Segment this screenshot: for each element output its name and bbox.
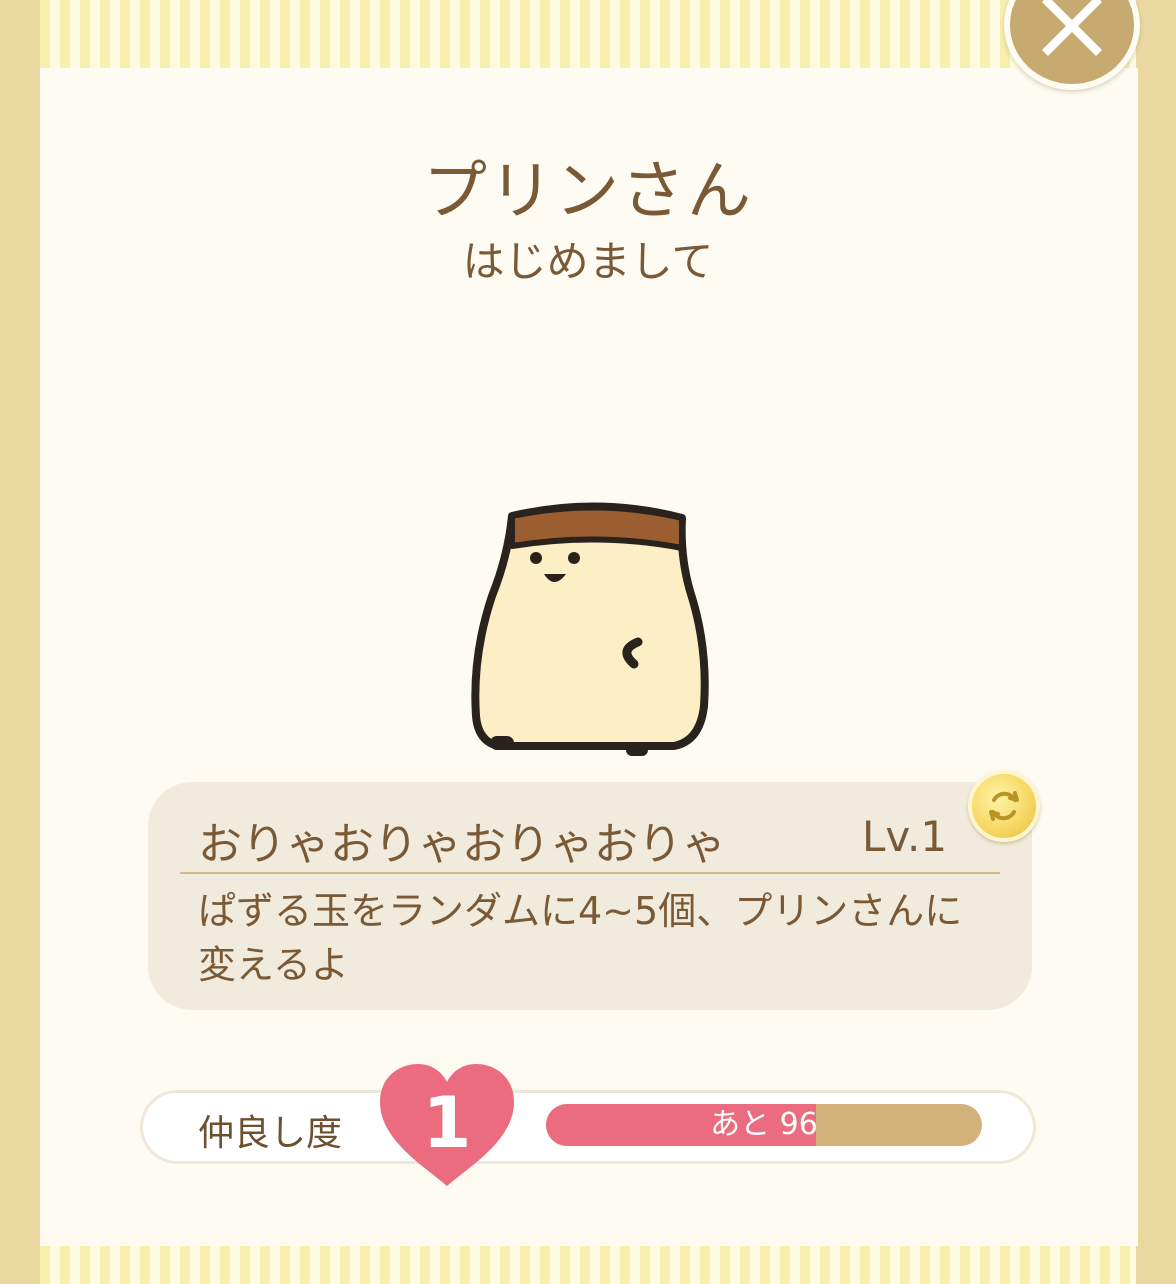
close-icon	[1042, 0, 1102, 56]
bottom-stripe-border	[40, 1244, 1136, 1284]
skill-name: おりゃおりゃおりゃおりゃ	[198, 819, 726, 870]
skill-description: ぱずる玉をランダムに4~5個、プリンさんに変えるよ	[198, 889, 963, 987]
friendship-level: 1	[422, 1082, 472, 1164]
skill-level: Lv.1	[862, 812, 948, 861]
pudding-character-illustration	[468, 496, 718, 770]
friendship-remaining: あと 96	[710, 1107, 818, 1142]
character-name: プリンさん	[423, 155, 753, 229]
character-greeting: はじめまして	[462, 237, 714, 286]
refresh-icon	[989, 791, 1019, 821]
top-stripe-border	[40, 0, 1136, 70]
friendship-label: 仲良し度	[198, 1113, 343, 1154]
skill-divider	[180, 872, 1000, 874]
refresh-button[interactable]	[968, 770, 1040, 842]
